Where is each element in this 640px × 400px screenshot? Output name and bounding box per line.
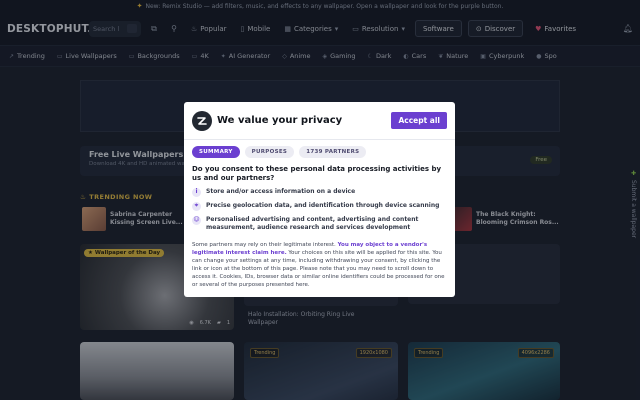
privacy-consent-dialog: We value your privacy Accept all SUMMARY… bbox=[184, 102, 455, 297]
purpose-list: i Store and/or access information on a d… bbox=[192, 188, 448, 232]
legit-intro: Some partners may rely on their legitima… bbox=[192, 242, 338, 248]
legitimate-interest-notice: Some partners may rely on their legitima… bbox=[192, 242, 449, 290]
person-icon: ☺ bbox=[192, 216, 201, 225]
consent-tabs: SUMMARY PURPOSES 1739 PARTNERS bbox=[192, 146, 367, 158]
location-icon: ⌖ bbox=[192, 202, 201, 211]
purpose-text: Store and/or access information on a dev… bbox=[206, 188, 356, 195]
purpose-item: ⌖ Precise geolocation data, and identifi… bbox=[192, 202, 448, 211]
dialog-header: We value your privacy Accept all bbox=[184, 102, 455, 140]
accept-all-button[interactable]: Accept all bbox=[391, 112, 447, 129]
info-icon: i bbox=[192, 188, 201, 197]
site-logo-icon bbox=[192, 110, 212, 131]
tab-partners[interactable]: 1739 PARTNERS bbox=[299, 146, 367, 158]
purpose-item: i Store and/or access information on a d… bbox=[192, 188, 448, 197]
purpose-text: Personalised advertising and content, ad… bbox=[206, 216, 419, 232]
tab-purposes[interactable]: PURPOSES bbox=[244, 146, 295, 158]
purpose-text: Precise geolocation data, and identifica… bbox=[206, 202, 440, 209]
tab-summary[interactable]: SUMMARY bbox=[192, 146, 240, 158]
purpose-item: ☺ Personalised advertising and content, … bbox=[192, 216, 448, 232]
consent-question: Do you consent to these personal data pr… bbox=[192, 165, 442, 183]
dialog-title: We value your privacy bbox=[217, 115, 343, 126]
